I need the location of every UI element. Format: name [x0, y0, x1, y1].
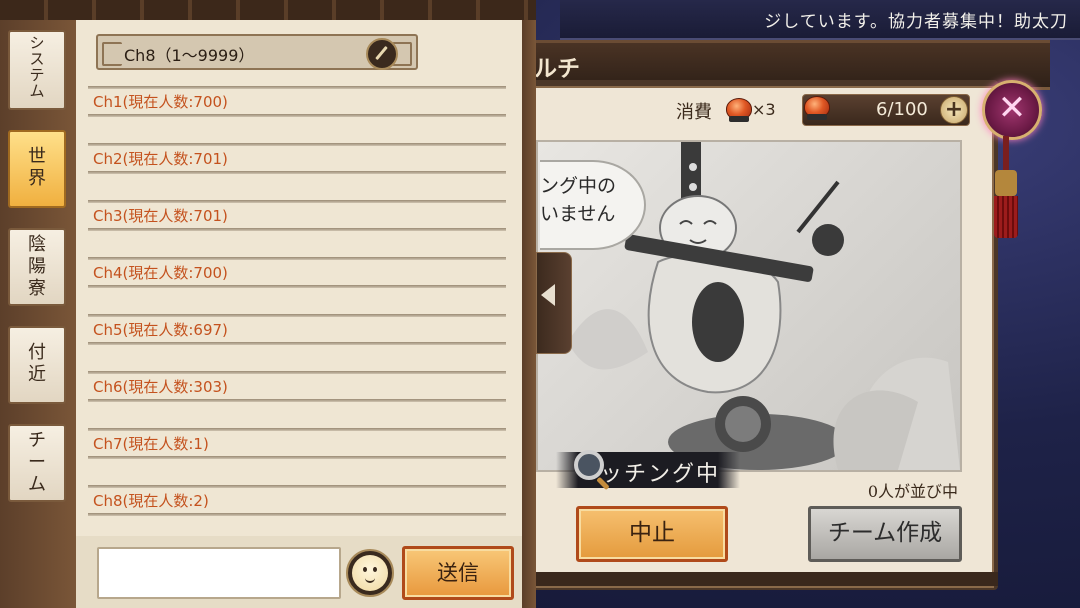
channel-label: Ch4(現在人数:700) [93, 264, 228, 282]
channel-label: Ch2(現在人数:701) [93, 150, 228, 168]
stock-value: 6/100 [876, 99, 928, 120]
send-button[interactable]: 送信 [402, 546, 514, 600]
channel-item[interactable]: Ch4(現在人数:700) [88, 255, 506, 312]
channel-item[interactable]: Ch6(現在人数:303) [88, 369, 506, 426]
channel-item[interactable]: Ch8(現在人数:2) [88, 483, 506, 540]
chat-message-input[interactable] [97, 547, 341, 599]
channel-item[interactable]: Ch1(現在人数:700) [88, 84, 506, 141]
channel-label: Ch1(現在人数:700) [93, 93, 228, 111]
channel-label: Ch5(現在人数:697) [93, 321, 228, 339]
tab-world-label: 世界 [28, 146, 46, 189]
announcement-ticker: ジしています。協力者募集中！助太刀 [560, 0, 1080, 40]
channel-label: Ch6(現在人数:303) [93, 378, 228, 396]
divider [88, 257, 506, 260]
channel-list: Ch1(現在人数:700) Ch2(現在人数:701) Ch3(現在人数:701… [88, 84, 506, 540]
chevron-left-icon [541, 284, 555, 306]
chat-tab-rail: システム 世界 陰陽寮 付近 チーム [0, 20, 76, 608]
add-stock-button[interactable]: + [940, 96, 968, 124]
stock-salmon-roe-icon [804, 96, 830, 120]
channel-item[interactable]: Ch7(現在人数:1) [88, 426, 506, 483]
tab-nearby-label: 付近 [28, 342, 46, 385]
tassel-fringe [994, 196, 1018, 238]
divider [88, 428, 506, 431]
divider [88, 342, 506, 345]
divider [88, 228, 506, 231]
tab-nearby[interactable]: 付近 [8, 326, 66, 404]
channel-label: Ch3(現在人数:701) [93, 207, 228, 225]
cost-label: 消費 [676, 102, 712, 123]
tab-guild[interactable]: 陰陽寮 [8, 228, 66, 306]
tab-system[interactable]: システム [8, 30, 66, 110]
cost-multiplier: ×3 [752, 100, 776, 119]
divider [88, 513, 506, 516]
tab-team[interactable]: チーム [8, 424, 66, 502]
eye [363, 567, 367, 572]
mouth [365, 576, 375, 583]
divider [88, 200, 506, 203]
divider [88, 485, 506, 488]
divider [88, 456, 506, 459]
divider [88, 285, 506, 288]
matching-title: ルチ [534, 55, 580, 82]
tab-system-label: システム [29, 34, 45, 100]
tab-world[interactable]: 世界 [8, 130, 66, 208]
tab-team-label: チーム [28, 430, 46, 495]
channel-label: Ch7(現在人数:1) [93, 435, 209, 453]
tab-guild-label: 陰陽寮 [28, 234, 46, 299]
ticker-text: ジしています。協力者募集中！助太刀 [764, 12, 1068, 32]
eye [373, 567, 377, 572]
pen-icon[interactable] [366, 38, 398, 70]
divider [88, 171, 506, 174]
tassel-knot [995, 170, 1017, 196]
speech-bubble-text: ング中の いません [540, 175, 617, 225]
matching-status-text: ッチング中 [600, 462, 721, 487]
channel-item[interactable]: Ch3(現在人数:701) [88, 198, 506, 255]
create-team-button[interactable]: チーム作成 [808, 506, 962, 562]
channel-item[interactable]: Ch5(現在人数:697) [88, 312, 506, 369]
cancel-button[interactable]: 中止 [576, 506, 728, 562]
divider [88, 143, 506, 146]
channel-selector-text: Ch8（1〜9999） [124, 46, 255, 65]
queue-count: 0人が並び中 [867, 482, 958, 501]
emoji-face-icon [352, 555, 388, 591]
chat-panel-right-border [522, 20, 536, 608]
channel-label: Ch8(現在人数:2) [93, 492, 209, 510]
divider [88, 314, 506, 317]
channel-item[interactable]: Ch2(現在人数:701) [88, 141, 506, 198]
salmon-roe-icon [726, 98, 752, 122]
divider [88, 86, 506, 89]
divider [88, 371, 506, 374]
chat-panel-top-trim [0, 0, 536, 20]
divider [88, 399, 506, 402]
panel-bottom-trim [522, 572, 998, 586]
divider [88, 114, 506, 117]
close-icon[interactable]: ✕ [982, 80, 1042, 140]
